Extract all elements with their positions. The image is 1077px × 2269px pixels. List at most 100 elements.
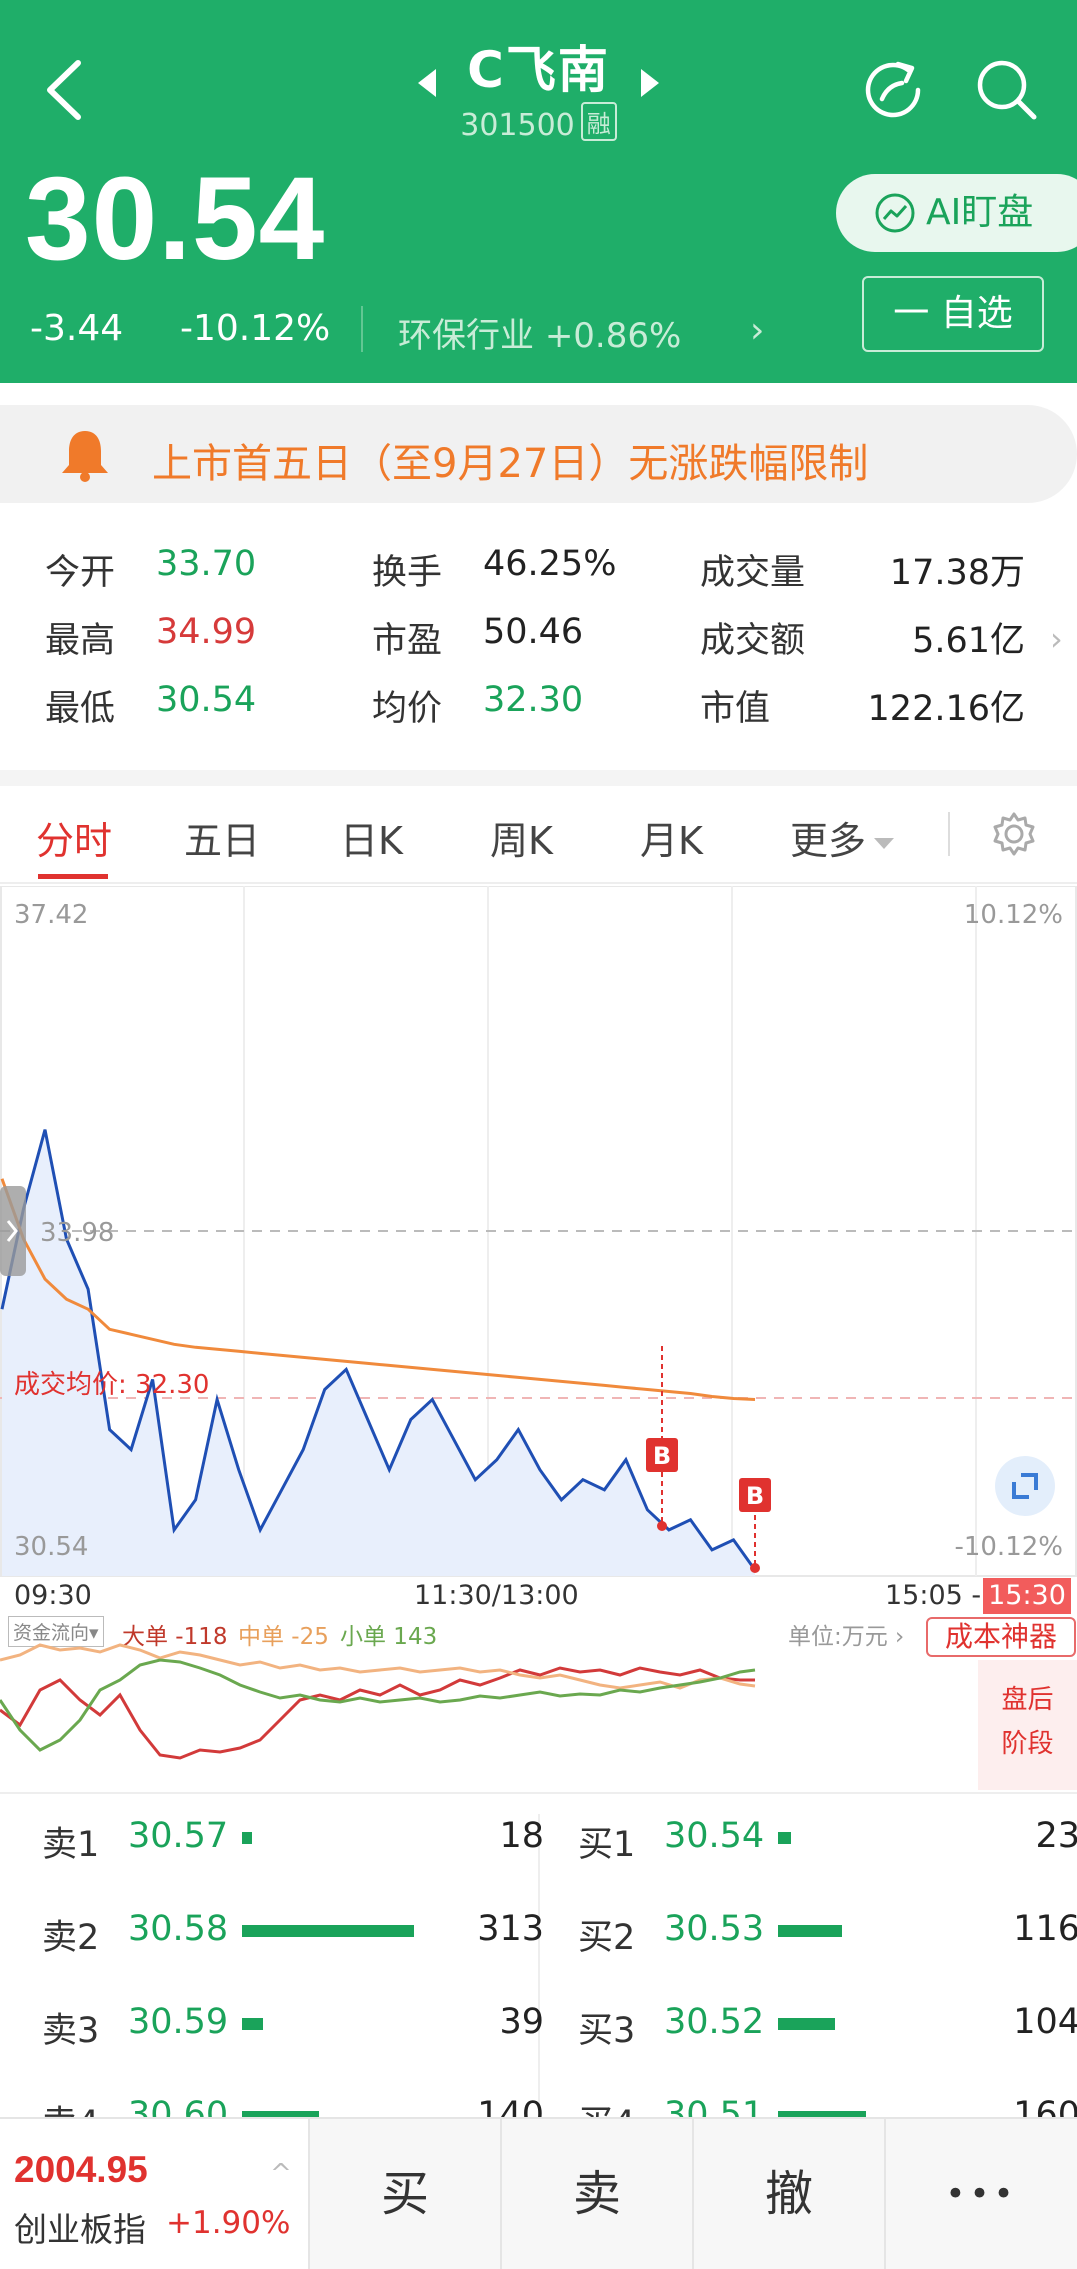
- watchlist-button[interactable]: 一 自选: [862, 276, 1044, 352]
- level-volume: 116: [1013, 1909, 1077, 1949]
- section-separator: [0, 770, 1077, 786]
- tab-more-label: 更多: [790, 819, 867, 863]
- tab-daily-k[interactable]: 日K: [340, 810, 403, 865]
- ai-watch-label: AI盯盘: [926, 192, 1034, 233]
- order-book-row[interactable]: 买3 30.52 104: [578, 2002, 1077, 2052]
- low-label: 最低: [45, 689, 116, 729]
- tab-five-day[interactable]: 五日: [184, 810, 260, 865]
- stock-code: 301500: [460, 108, 575, 143]
- volume-bar: [242, 1925, 414, 1937]
- price-change-pct: -10.12%: [180, 308, 331, 349]
- volume-bar: [242, 1832, 252, 1844]
- buy-button[interactable]: 买: [308, 2119, 500, 2269]
- open-label: 今开: [45, 553, 116, 593]
- order-book-row[interactable]: 买1 30.54 23: [578, 1816, 1077, 1866]
- industry-link[interactable]: 环保行业 +0.86%: [398, 308, 681, 357]
- chevron-up-icon: ^: [270, 2159, 292, 2189]
- expand-handle[interactable]: [0, 1186, 26, 1276]
- sell-button[interactable]: 卖: [500, 2119, 692, 2269]
- high-label: 最高: [45, 621, 116, 661]
- tab-weekly-k[interactable]: 周K: [490, 810, 553, 865]
- volume-label: 成交量: [700, 553, 806, 593]
- y-max-label: 37.42: [14, 900, 89, 930]
- level-price: 30.59: [128, 2002, 229, 2042]
- buy-marker-1[interactable]: B: [646, 1346, 678, 1531]
- mcap-label: 市值: [700, 689, 771, 729]
- stock-header: C飞南 301500 融 30.54 -3.44 -10.12% 环保行业 +0.…: [0, 0, 1077, 383]
- stock-name: C飞南: [467, 41, 610, 99]
- share-icon[interactable]: [858, 55, 928, 125]
- volume-bar: [778, 1925, 842, 1937]
- more-button[interactable]: •••: [884, 2119, 1077, 2269]
- level-price: 30.58: [128, 1909, 229, 1949]
- ai-watch-button[interactable]: AI盯盘: [836, 174, 1077, 252]
- pe-value: 50.46: [483, 612, 584, 652]
- chart-tabs: 分时 五日 日K 周K 月K 更多: [0, 786, 1077, 884]
- intraday-chart[interactable]: B B: [0, 886, 1077, 1586]
- time-close: 15:05 -: [885, 1580, 982, 1611]
- level-volume: 23: [1035, 1816, 1077, 1856]
- turnover-value: 46.25%: [483, 544, 617, 584]
- time-midday: 11:30/13:00: [414, 1580, 579, 1611]
- tab-divider: [948, 812, 950, 856]
- amount-label: 成交额: [700, 621, 806, 661]
- avg-value: 32.30: [483, 680, 584, 720]
- fullscreen-button[interactable]: [995, 1456, 1055, 1516]
- tab-monthly-k[interactable]: 月K: [640, 810, 703, 865]
- small-order-line: [0, 1658, 756, 1752]
- open-value: 33.70: [156, 544, 257, 584]
- fund-flow-chart: [0, 1643, 756, 1760]
- level-price: 30.57: [128, 1816, 229, 1856]
- margin-badge: 融: [580, 102, 617, 141]
- level-price: 30.54: [664, 1816, 765, 1856]
- time-after-hours: 15:30: [983, 1578, 1071, 1614]
- cancel-button[interactable]: 撤: [692, 2119, 884, 2269]
- order-book-row[interactable]: 卖3 30.59 39: [42, 2002, 544, 2052]
- bottom-bar: 2004.95 创业板指 +1.90% ^ 买 卖 撤 •••: [0, 2117, 1077, 2269]
- chevron-right-icon[interactable]: ›: [1050, 620, 1063, 658]
- mid-order-line: [0, 1643, 756, 1690]
- active-tab-indicator: [38, 874, 108, 879]
- tab-intraday[interactable]: 分时: [36, 810, 112, 865]
- level-volume: 39: [499, 2002, 544, 2042]
- level-volume: 18: [499, 1816, 544, 1856]
- pe-label: 市盈: [372, 621, 443, 661]
- level-label: 买2: [578, 1918, 636, 1958]
- volume-bar: [778, 2018, 836, 2030]
- level-label: 卖3: [42, 2011, 100, 2051]
- level-label: 买1: [578, 1825, 636, 1865]
- time-open: 09:30: [14, 1580, 92, 1611]
- y-mid-label: 33.98: [40, 1218, 115, 1248]
- big-order-line: [0, 1666, 755, 1760]
- industry-pct: +0.86%: [544, 316, 682, 356]
- level-volume: 104: [1013, 2002, 1077, 2042]
- quote-stats[interactable]: 今开 33.70 最高 34.99 最低 30.54 换手 46.25% 市盈 …: [0, 530, 1077, 740]
- search-icon[interactable]: [972, 55, 1042, 125]
- index-pct: +1.90%: [166, 2205, 291, 2241]
- ai-chart-icon: [875, 193, 915, 233]
- industry-name: 环保行业: [398, 316, 534, 356]
- tab-more[interactable]: 更多: [790, 810, 895, 865]
- order-book-row[interactable]: 卖1 30.57 18: [42, 1816, 544, 1866]
- y-min-label: 30.54: [14, 1532, 89, 1562]
- chevron-right-icon[interactable]: ›: [750, 310, 764, 351]
- mcap-value: 122.16亿: [867, 689, 1025, 729]
- index-name: 创业板指: [14, 2210, 146, 2249]
- order-book-row[interactable]: 买2 30.53 116: [578, 1909, 1077, 1959]
- level-price: 30.52: [664, 2002, 765, 2042]
- next-stock-icon[interactable]: [640, 68, 659, 97]
- volume-bar: [242, 2018, 264, 2030]
- prev-stock-icon[interactable]: [418, 68, 437, 97]
- order-book-divider: [538, 1814, 540, 2122]
- pct-max-label: 10.12%: [963, 900, 1063, 930]
- gear-icon[interactable]: [990, 810, 1038, 858]
- avg-label: 均价: [372, 689, 443, 729]
- current-price: 30.54: [25, 153, 326, 285]
- order-book-row[interactable]: 卖2 30.58 313: [42, 1909, 544, 1959]
- volume-value: 17.38万: [889, 553, 1025, 593]
- pct-min-label: -10.12%: [954, 1532, 1063, 1562]
- buy-marker-label: B: [746, 1482, 764, 1510]
- amount-value: 5.61亿: [912, 621, 1025, 661]
- level-label: 买3: [578, 2011, 636, 2051]
- notice-text: 上市首五日（至9月27日）无涨跌幅限制: [152, 441, 869, 487]
